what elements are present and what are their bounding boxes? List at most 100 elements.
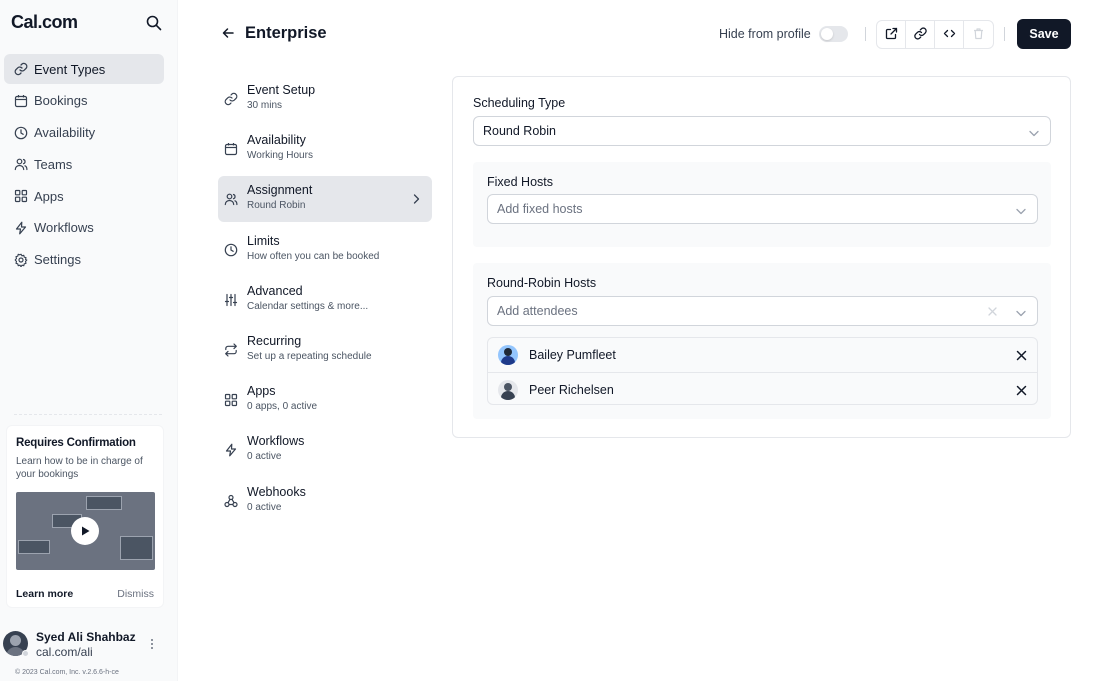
users-icon — [14, 157, 28, 171]
grid-icon — [14, 189, 28, 203]
tab-label: Limits — [247, 233, 280, 248]
sidebar-item-availability[interactable]: Availability — [4, 118, 164, 148]
remove-host-icon[interactable] — [1016, 384, 1027, 396]
embed-button[interactable] — [935, 21, 964, 48]
calendar-icon — [14, 94, 28, 108]
tab-apps[interactable]: Apps 0 apps, 0 active — [218, 377, 432, 423]
assignment-card: Scheduling Type Round Robin Fixed Hosts … — [452, 76, 1071, 438]
copyright: © 2023 Cal.com, Inc. v.2.6.6-h-ce — [15, 669, 119, 676]
tab-subtitle: 0 active — [247, 451, 282, 463]
copy-link-button[interactable] — [906, 21, 935, 48]
chevron-down-icon — [1028, 127, 1040, 137]
sidebar-item-label: Availability — [34, 125, 96, 141]
fixed-hosts-section: Fixed Hosts Add fixed hosts — [473, 162, 1051, 247]
clock-icon — [224, 243, 238, 257]
dismiss-button[interactable]: Dismiss — [117, 588, 154, 600]
clock-icon — [14, 126, 28, 140]
repeat-icon — [224, 343, 238, 357]
avatar — [498, 379, 518, 400]
chevron-down-icon — [1015, 205, 1027, 215]
sidebar-item-apps[interactable]: Apps — [4, 181, 164, 211]
learn-more-link[interactable]: Learn more — [16, 588, 73, 600]
calendar-icon — [224, 142, 238, 156]
sidebar-item-event-types[interactable]: Event Types — [4, 54, 164, 84]
chevron-right-icon — [411, 193, 421, 205]
search-icon[interactable] — [145, 14, 163, 32]
promo-card: Requires Confirmation Learn how to be in… — [6, 425, 164, 608]
promo-video-thumbnail[interactable] — [16, 492, 155, 570]
sidebar-item-label: Workflows — [34, 220, 94, 236]
tab-label: Webhooks — [247, 484, 306, 499]
code-icon — [943, 27, 956, 43]
remove-host-icon[interactable] — [1016, 349, 1027, 361]
tab-label: Assignment — [247, 183, 313, 198]
sidebar-item-teams[interactable]: Teams — [4, 149, 164, 179]
user-menu[interactable]: Syed Ali Shahbaz cal.com/ali — [3, 630, 168, 660]
users-icon — [224, 192, 238, 206]
clear-icon[interactable] — [987, 306, 998, 317]
tab-recurring[interactable]: Recurring Set up a repeating schedule — [218, 327, 432, 373]
fixed-hosts-label: Fixed Hosts — [487, 175, 553, 189]
avatar — [498, 345, 518, 365]
fixed-hosts-select[interactable]: Add fixed hosts — [487, 194, 1038, 224]
hide-from-profile-label: Hide from profile — [719, 27, 811, 41]
round-robin-hosts-select[interactable]: Add attendees — [487, 296, 1038, 326]
tab-webhooks[interactable]: Webhooks 0 active — [218, 478, 432, 524]
host-name: Peer Richelsen — [529, 382, 614, 397]
divider — [865, 27, 866, 41]
tab-subtitle: Calendar settings & more... — [247, 300, 369, 312]
link-icon — [913, 26, 927, 43]
link-icon — [14, 62, 28, 76]
tab-subtitle: 30 mins — [247, 100, 283, 111]
round-robin-hosts-label: Round-Robin Hosts — [487, 276, 597, 290]
thumbnail-block — [120, 536, 153, 560]
tab-label: Workflows — [247, 434, 305, 449]
event-settings-tabs: Event Setup 30 mins Availability Working… — [218, 76, 432, 528]
status-dot — [22, 650, 29, 657]
tab-subtitle: 0 active — [247, 501, 282, 513]
scheduling-type-value: Round Robin — [483, 124, 556, 138]
zap-icon — [14, 221, 28, 235]
tab-availability[interactable]: Availability Working Hours — [218, 126, 432, 172]
sidebar-item-bookings[interactable]: Bookings — [4, 86, 164, 116]
sidebar-item-label: Bookings — [34, 93, 88, 109]
tab-event-setup[interactable]: Event Setup 30 mins — [218, 76, 432, 122]
sidebar-item-settings[interactable]: Settings — [4, 245, 164, 275]
delete-button[interactable] — [964, 21, 993, 48]
tab-subtitle: Set up a repeating schedule — [247, 350, 372, 362]
promo-title: Requires Confirmation — [16, 437, 136, 449]
preview-button[interactable] — [877, 21, 906, 48]
fixed-hosts-placeholder: Add fixed hosts — [497, 202, 583, 216]
sliders-icon — [224, 293, 238, 307]
hide-from-profile-toggle[interactable] — [819, 26, 848, 42]
sidebar-item-label: Apps — [34, 188, 64, 204]
save-button[interactable]: Save — [1017, 19, 1071, 49]
play-icon[interactable] — [71, 517, 99, 545]
chevron-down-icon — [1015, 307, 1027, 317]
tab-label: Recurring — [247, 333, 302, 348]
back-arrow-icon[interactable] — [221, 26, 235, 40]
list-item: Peer Richelsen — [488, 372, 1037, 406]
round-robin-host-list: Bailey Pumfleet Peer Richelsen — [487, 337, 1038, 405]
sidebar-item-workflows[interactable]: Workflows — [4, 213, 164, 243]
sidebar-item-label: Event Types — [34, 61, 106, 77]
tab-subtitle: Working Hours — [247, 150, 313, 162]
tab-workflows[interactable]: Workflows 0 active — [218, 427, 432, 473]
tab-label: Apps — [247, 384, 276, 399]
tab-limits[interactable]: Limits How often you can be booked — [218, 227, 432, 273]
tab-assignment[interactable]: Assignment Round Robin — [218, 176, 432, 223]
round-robin-hosts-placeholder: Add attendees — [497, 304, 578, 318]
promo-description: Learn how to be in charge of your bookin… — [16, 456, 143, 480]
sidebar-item-label: Teams — [34, 156, 73, 172]
tab-subtitle: 0 apps, 0 active — [247, 401, 318, 413]
tab-advanced[interactable]: Advanced Calendar settings & more... — [218, 277, 432, 323]
logo[interactable]: Cal.com — [11, 12, 78, 33]
webhook-icon — [224, 494, 238, 508]
link-icon — [224, 92, 238, 106]
scheduling-type-select[interactable]: Round Robin — [473, 116, 1051, 146]
user-name: Syed Ali Shahbaz — [36, 630, 136, 644]
toggle-knob — [821, 28, 833, 40]
zap-icon — [224, 443, 238, 457]
more-vertical-icon[interactable] — [148, 636, 156, 652]
divider — [14, 414, 162, 415]
